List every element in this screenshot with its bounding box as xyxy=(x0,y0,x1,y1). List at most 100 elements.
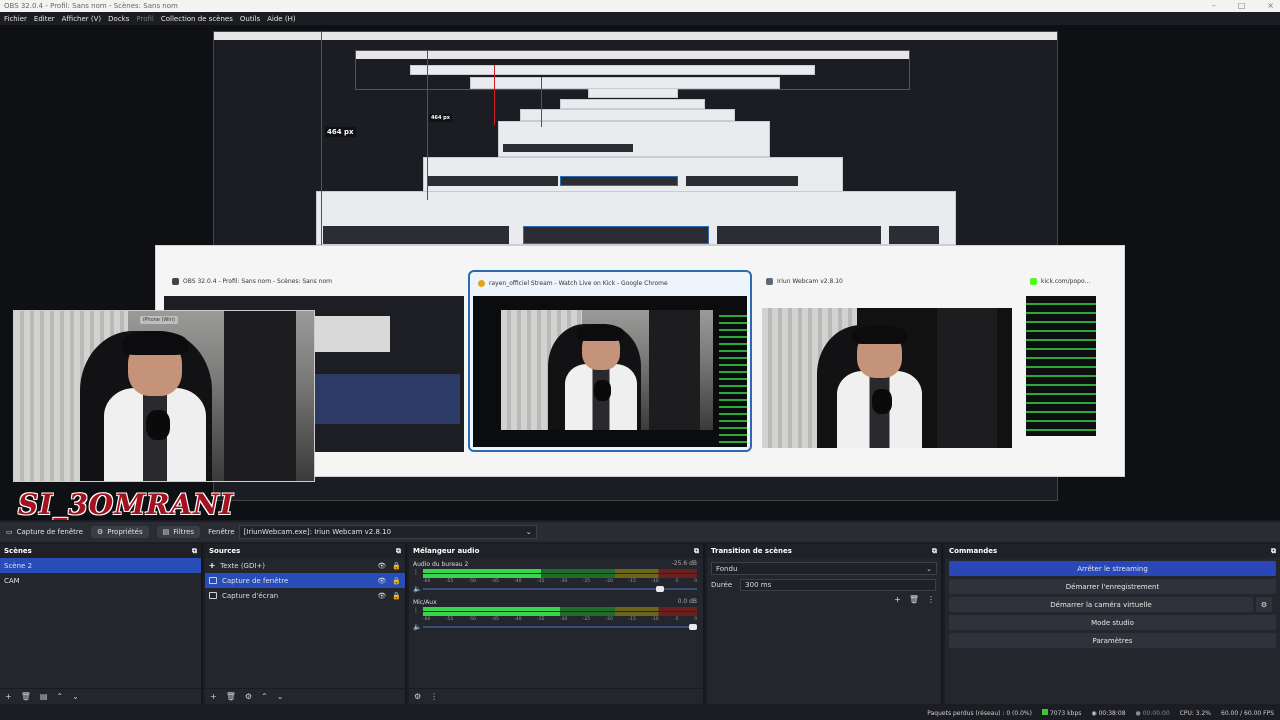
switcher-tile-iriun[interactable]: Iriun Webcam v2.8.10 xyxy=(758,270,1014,452)
tile-title: kick.com/popo... xyxy=(1041,278,1091,285)
window-controls: – □ × xyxy=(1212,1,1274,10)
kick-icon xyxy=(1030,278,1037,285)
stop-streaming-button[interactable]: Arrêter le streaming xyxy=(949,561,1276,576)
volume-fader[interactable] xyxy=(423,586,697,592)
close-icon[interactable]: × xyxy=(1267,1,1274,10)
add-icon[interactable]: + xyxy=(210,692,217,701)
fader-knob[interactable] xyxy=(689,624,697,630)
window-select[interactable]: [IriunWebcam.exe]: Iriun Webcam v2.8.10 … xyxy=(238,525,537,539)
menu-aide[interactable]: Aide (H) xyxy=(267,15,295,23)
fader-knob[interactable] xyxy=(656,586,665,592)
speaker-icon[interactable]: 🔈 xyxy=(413,623,422,631)
lock-icon[interactable]: 🔒 xyxy=(392,577,401,585)
trash-icon[interactable]: 🗑 xyxy=(21,692,31,701)
dock-menu-icon[interactable]: ⧉ xyxy=(192,547,197,556)
menu-outils[interactable]: Outils xyxy=(240,15,260,23)
speaker-icon[interactable]: 🔈 xyxy=(413,585,422,593)
eye-icon[interactable]: 👁 xyxy=(377,562,386,570)
menu-fichier[interactable]: Fichier xyxy=(4,15,27,23)
kebab-icon[interactable]: ⋮ xyxy=(413,607,419,614)
lock-icon[interactable]: 🔒 xyxy=(392,592,401,600)
menu-editer[interactable]: Editer xyxy=(34,15,55,23)
trash-icon[interactable]: 🗑 xyxy=(909,595,919,604)
filter-icon[interactable]: ▤ xyxy=(40,692,48,701)
start-recording-button[interactable]: Démarrer l'enregistrement xyxy=(949,579,1276,594)
switcher-tile-chrome[interactable]: rayen_officiel Stream - Watch Live on Ki… xyxy=(468,270,752,452)
scene-item[interactable]: CAM xyxy=(0,573,201,588)
duration-input[interactable]: 300 ms xyxy=(740,579,937,591)
hair xyxy=(122,331,188,356)
kebab-icon[interactable]: ⋮ xyxy=(927,595,935,604)
menu-afficher[interactable]: Afficher (V) xyxy=(62,15,102,23)
tile-thumbnail xyxy=(473,296,747,447)
dock-menu-icon[interactable]: ⧉ xyxy=(694,547,699,556)
arrow-up-icon[interactable]: ⌃ xyxy=(261,692,268,701)
monitor-icon xyxy=(209,592,217,599)
bitrate-value: 7073 kbps xyxy=(1049,710,1082,717)
dock-menu-icon[interactable]: ⧉ xyxy=(396,547,401,556)
maximize-icon[interactable]: □ xyxy=(1238,1,1246,10)
chevron-down-icon: ⌄ xyxy=(926,564,932,573)
gear-icon[interactable]: ⚙ xyxy=(414,692,421,701)
overlay-text[interactable]: SI_3OMRANI xyxy=(18,488,234,520)
arrow-down-icon[interactable]: ⌄ xyxy=(277,692,284,701)
mixer-header: Mélangeur audio ⧉ xyxy=(409,544,703,558)
menu-docks[interactable]: Docks xyxy=(108,15,129,23)
webcam-source[interactable]: iPhone (Wiri) xyxy=(13,310,315,482)
scale-tick: -45 xyxy=(491,579,499,584)
dock-menu-icon[interactable]: ⧉ xyxy=(932,547,937,556)
camera-tag: iPhone (Wiri) xyxy=(140,316,179,325)
kebab-icon[interactable]: ⋮ xyxy=(413,569,419,576)
scenes-title: Scènes xyxy=(4,547,32,555)
eye-icon[interactable]: 👁 xyxy=(377,577,386,585)
scale-tick: -45 xyxy=(491,617,499,622)
tile-title: rayen_officiel Stream - Watch Live on Ki… xyxy=(489,280,668,287)
settings-button[interactable]: Paramètres xyxy=(949,633,1276,648)
virtual-camera-settings-button[interactable]: ⚙ xyxy=(1256,597,1272,612)
channel-db: 0.0 dB xyxy=(677,598,697,605)
add-icon[interactable]: + xyxy=(5,692,12,701)
duration-row: Durée 300 ms xyxy=(707,579,941,591)
menu-collection-scenes[interactable]: Collection de scènes xyxy=(161,15,233,23)
filters-button[interactable]: ▤ Filtres xyxy=(156,526,201,538)
gear-icon[interactable]: ⚙ xyxy=(245,692,252,701)
dimension-label: 464 px xyxy=(325,127,356,137)
arrow-up-icon[interactable]: ⌃ xyxy=(56,692,63,701)
transition-select[interactable]: Fondu ⌄ xyxy=(711,562,937,575)
preview-canvas[interactable]: 464 px 464 px OBS 32.0.4 - Profil: Sans … xyxy=(0,25,1280,520)
dropped-frames: Paquets perdus (réseau) : 0 (0.0%) xyxy=(927,709,1032,717)
ghost-content xyxy=(323,226,509,244)
scale-tick: 0 xyxy=(694,617,697,622)
source-item[interactable]: Capture de fenêtre 👁 🔒 xyxy=(205,573,405,588)
tile-thumbnail xyxy=(1026,296,1096,436)
sources-title: Sources xyxy=(209,547,241,555)
menu-profil[interactable]: Profil xyxy=(136,15,153,23)
scale-tick: -55 xyxy=(445,579,454,584)
studio-mode-button[interactable]: Mode studio xyxy=(949,615,1276,630)
switcher-tile-kick[interactable]: kick.com/popo... xyxy=(1022,270,1118,452)
duration-label: Durée xyxy=(711,581,733,589)
dimension-label: 464 px xyxy=(429,114,452,122)
rec-time: ● 00:00:00 xyxy=(1136,710,1170,717)
scenes-footer: + 🗑 ▤ ⌃ ⌄ xyxy=(0,688,201,704)
trash-icon[interactable]: 🗑 xyxy=(226,692,236,701)
ghost-window xyxy=(423,157,843,193)
lock-icon[interactable]: 🔒 xyxy=(392,562,401,570)
kebab-icon[interactable]: ⋮ xyxy=(430,692,438,701)
source-item[interactable]: Capture d'écran 👁 🔒 xyxy=(205,588,405,603)
arrow-down-icon[interactable]: ⌄ xyxy=(72,692,79,701)
eye-icon[interactable]: 👁 xyxy=(377,592,386,600)
minimize-icon[interactable]: – xyxy=(1212,1,1216,10)
chevron-down-icon: ⌄ xyxy=(525,528,532,536)
source-item[interactable]: ⵜ Texte (GDI+) 👁 🔒 xyxy=(205,558,405,573)
scale-tick: -10 xyxy=(651,579,659,584)
scale-tick: -35 xyxy=(537,579,545,584)
properties-button[interactable]: ⚙ Propriétés xyxy=(90,526,149,538)
start-virtual-camera-button[interactable]: Démarrer la caméra virtuelle xyxy=(949,597,1253,612)
dock-menu-icon[interactable]: ⧉ xyxy=(1271,547,1276,556)
add-icon[interactable]: + xyxy=(894,595,901,604)
scene-item[interactable]: Scène 2 xyxy=(0,558,201,573)
scale-tick: -40 xyxy=(514,617,522,622)
ghost-content xyxy=(523,226,709,244)
volume-fader[interactable] xyxy=(423,624,697,630)
